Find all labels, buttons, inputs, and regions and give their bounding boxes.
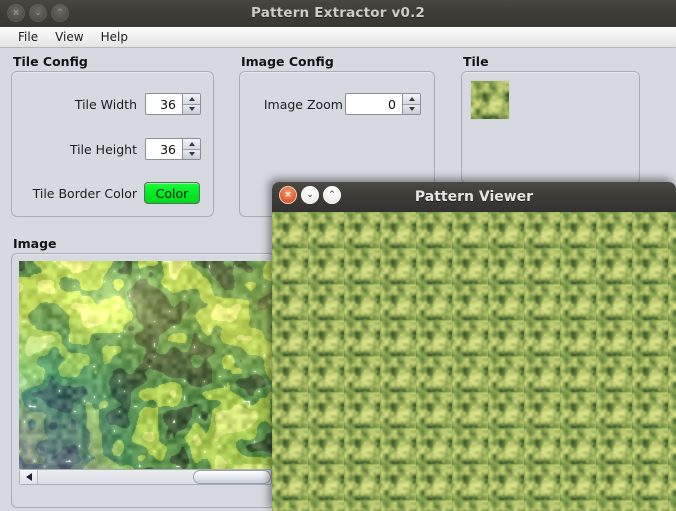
image-panel: Image (11, 236, 275, 508)
tile-border-color-button[interactable]: Color (144, 182, 200, 204)
tile-width-spinner[interactable]: 36 (145, 93, 201, 115)
stepper-down-icon[interactable] (183, 149, 200, 159)
image-zoom-label: Image Zoom (263, 97, 343, 112)
tile-panel-title: Tile (463, 54, 489, 69)
pattern-viewer-title: Pattern Viewer (414, 189, 534, 205)
pattern-tiled-canvas (272, 212, 676, 511)
stepper-up-icon[interactable] (403, 94, 420, 105)
stepper-down-icon[interactable] (403, 104, 420, 114)
tile-config-body: Tile Width 36 Tile Height 36 Tile Border… (11, 71, 214, 217)
image-panel-title: Image (13, 236, 57, 251)
tile-height-spinner[interactable]: 36 (145, 138, 201, 160)
stepper-down-icon[interactable] (183, 104, 200, 114)
tile-height-value[interactable]: 36 (146, 139, 182, 159)
tile-height-label: Tile Height (69, 142, 137, 157)
scrollbar-thumb[interactable] (193, 470, 271, 484)
tile-width-label: Tile Width (74, 97, 137, 112)
tile-config-title: Tile Config (13, 54, 88, 69)
main-window-titlebar[interactable]: × ⌄ ⌃ NetBeans IDE 7.2 Pattern Extractor… (0, 0, 676, 28)
tile-width-value[interactable]: 36 (146, 94, 182, 114)
scrollbar-track[interactable] (38, 470, 271, 484)
image-zoom-spinner[interactable]: 0 (345, 93, 421, 115)
menu-item-file[interactable]: File (10, 28, 46, 46)
tile-width-stepper (182, 94, 200, 114)
tile-panel-body (461, 71, 640, 184)
stepper-up-icon[interactable] (183, 139, 200, 150)
main-window-title: Pattern Extractor v0.2 (250, 5, 426, 21)
pattern-viewer-titlebar[interactable]: × ⌄ ⌃ Pattern Viewer (272, 182, 676, 213)
menu-item-help[interactable]: Help (93, 28, 136, 46)
stepper-up-icon[interactable] (183, 94, 200, 105)
tile-border-color-label: Tile Border Color (32, 186, 137, 201)
image-zoom-stepper (402, 94, 420, 114)
pattern-viewer-window: × ⌄ ⌃ Pattern Viewer (272, 182, 676, 511)
image-panel-body (11, 253, 275, 508)
image-config-title: Image Config (241, 54, 334, 69)
menu-item-view[interactable]: View (47, 28, 91, 46)
tile-panel: Tile (461, 54, 640, 184)
tile-height-stepper (182, 139, 200, 159)
scroll-left-icon[interactable] (20, 470, 38, 484)
tile-config-panel: Tile Config Tile Width 36 Tile Height 36 (11, 54, 214, 217)
image-zoom-value[interactable]: 0 (346, 94, 402, 114)
image-horizontal-scrollbar[interactable] (19, 469, 272, 485)
tile-thumbnail (470, 80, 510, 120)
menubar: File View Help (0, 27, 676, 48)
image-viewport[interactable] (19, 261, 272, 469)
pattern-viewer-canvas-area[interactable] (272, 212, 676, 511)
source-photo (19, 261, 272, 469)
